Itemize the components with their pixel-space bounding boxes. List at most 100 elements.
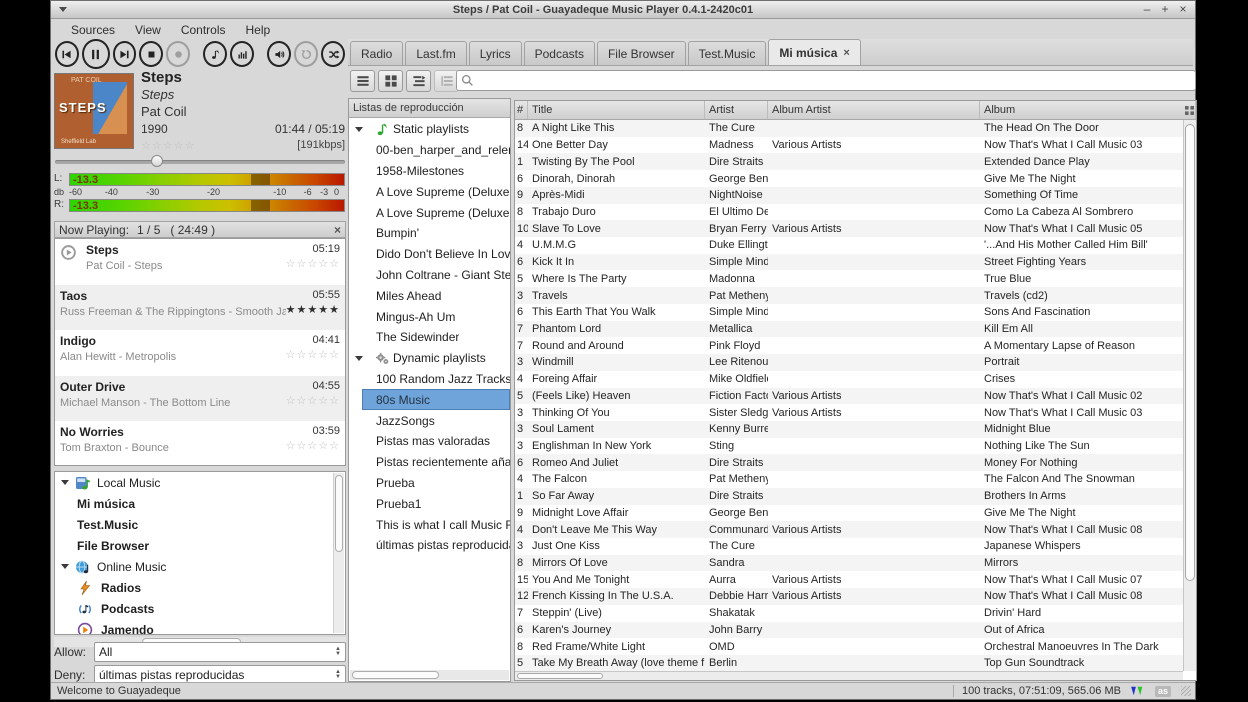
playlist-item[interactable]: Prueba <box>349 473 510 494</box>
now-playing-item[interactable]: Steps05:19Pat Coil - Steps☆☆☆☆☆ <box>55 239 345 285</box>
table-row[interactable]: 1Twisting By The PoolDire StraitsExtende… <box>515 153 1183 170</box>
playlists-hscrollbar[interactable] <box>350 670 509 680</box>
browser-view-button[interactable] <box>406 70 431 92</box>
playlist-item[interactable]: John Coltrane - Giant Steps <box>349 265 510 286</box>
seek-slider[interactable] <box>55 154 345 168</box>
table-row[interactable]: 4Foreing AffairMike OldfieldCrises <box>515 371 1183 388</box>
table-row[interactable]: 1So Far AwayDire StraitsBrothers In Arms <box>515 488 1183 505</box>
table-row[interactable]: 14One Better DayMadnessVarious ArtistsNo… <box>515 137 1183 154</box>
playlist-item[interactable]: Prueba1 <box>349 493 510 514</box>
albums-view-button[interactable] <box>378 70 403 92</box>
library-tree-vscrollbar[interactable] <box>333 473 344 633</box>
now-playing-item[interactable]: Taos05:55Russ Freeman & The Rippingtons … <box>55 285 345 331</box>
volume-level-icon[interactable] <box>1129 685 1147 697</box>
expander-icon[interactable] <box>355 127 363 132</box>
playlist-item[interactable]: Bumpin' <box>349 223 510 244</box>
table-row[interactable]: 12French Kissing In The U.S.A.Debbie Har… <box>515 588 1183 605</box>
library-item-file-browser[interactable]: File Browser <box>55 535 345 556</box>
rating-stars[interactable]: ☆☆☆☆☆ <box>286 348 340 363</box>
playlist-item[interactable]: Miles Ahead <box>349 285 510 306</box>
search-input[interactable] <box>478 72 1191 89</box>
tab-lyrics[interactable]: Lyrics <box>469 41 522 65</box>
resize-grip[interactable] <box>1181 686 1191 696</box>
record-button[interactable] <box>166 41 190 67</box>
library-item-podcasts[interactable]: Podcasts <box>55 598 345 619</box>
tab-radio[interactable]: Radio <box>350 41 403 65</box>
audioscrobbler-icon[interactable]: as <box>1155 686 1171 697</box>
tab-last-fm[interactable]: Last.fm <box>405 41 466 65</box>
table-row[interactable]: 3Just One KissThe CureJapanese Whispers <box>515 538 1183 555</box>
tab-file-browser[interactable]: File Browser <box>597 41 686 65</box>
playlist-item[interactable]: 00-ben_harper_and_relentless7 <box>349 140 510 161</box>
tab-podcasts[interactable]: Podcasts <box>524 41 595 65</box>
table-row[interactable]: 9Après-MidiNightNoiseSomething Of Time <box>515 187 1183 204</box>
expander-icon[interactable] <box>61 564 69 569</box>
playlist-item[interactable]: Dido Don't Believe In Love Lista <box>349 244 510 265</box>
library-item-radios[interactable]: Radios <box>55 577 345 598</box>
playlist-item[interactable]: 100 Random Jazz Tracks <box>349 369 510 390</box>
table-row[interactable]: 6Karen's JourneyJohn BarryOut of Africa <box>515 622 1183 639</box>
playlist-item[interactable]: A Love Supreme (Deluxe Editio <box>349 202 510 223</box>
table-row[interactable]: 15You And Me TonightAurraVarious Artists… <box>515 571 1183 588</box>
playlist-item[interactable]: JazzSongs <box>349 410 510 431</box>
table-row[interactable]: 3Thinking Of YouSister SledgeVarious Art… <box>515 404 1183 421</box>
expander-icon[interactable] <box>61 480 69 485</box>
menu-help[interactable]: Help <box>236 22 281 38</box>
table-row[interactable]: 7Phantom LordMetallicaKill Em All <box>515 321 1183 338</box>
rating-stars[interactable]: ☆☆☆☆☆ <box>286 439 340 454</box>
repeat-button[interactable] <box>294 41 318 67</box>
playlist-group-dynamic-playlists[interactable]: Dynamic playlists <box>349 348 510 369</box>
smart-play-button[interactable] <box>203 41 227 67</box>
table-row[interactable]: 3Englishman In New YorkStingNothing Like… <box>515 438 1183 455</box>
table-row[interactable]: 5Where Is The PartyMadonnaTrue Blue <box>515 270 1183 287</box>
table-row[interactable]: 8A Night Like ThisThe CureThe Head On Th… <box>515 120 1183 137</box>
tab-mi-m-sica[interactable]: Mi música× <box>768 39 860 65</box>
table-row[interactable]: 6Kick It InSimple MindsStreet Fighting Y… <box>515 254 1183 271</box>
playlist-item[interactable]: This is what I call Music Randor <box>349 514 510 535</box>
playlist-item[interactable]: Pistas recientemente añadidas <box>349 452 510 473</box>
playlist-item[interactable]: 80s Music <box>349 389 510 410</box>
now-playing-close-icon[interactable]: × <box>334 223 341 237</box>
rating-stars[interactable]: ★★★★★ <box>286 303 340 318</box>
playlist-item[interactable]: Pistas mas valoradas <box>349 431 510 452</box>
library-item-jamendo[interactable]: Jamendo <box>55 619 345 635</box>
previous-button[interactable] <box>55 41 79 67</box>
playlist-item[interactable]: Mingus-Ah Um <box>349 306 510 327</box>
shuffle-button[interactable] <box>321 41 345 67</box>
deny-spinner-icon[interactable]: ▲▼ <box>335 670 341 680</box>
playlist-item[interactable]: A Love Supreme (Deluxe Editio <box>349 181 510 202</box>
menu-controls[interactable]: Controls <box>171 22 236 38</box>
column-header-album-artist[interactable]: Album Artist <box>768 101 980 119</box>
window-menu-icon[interactable] <box>59 7 67 12</box>
equalizer-button[interactable] <box>230 41 254 67</box>
minimize-button[interactable]: – <box>1139 3 1155 17</box>
column-options-icon[interactable] <box>1184 104 1195 117</box>
stop-button[interactable] <box>139 41 163 67</box>
table-row[interactable]: 3Soul LamentKenny BurrellMidnight Blue <box>515 421 1183 438</box>
column-header--[interactable]: # <box>515 101 528 119</box>
titlebar[interactable]: Steps / Pat Coil - Guayadeque Music Play… <box>51 1 1195 19</box>
allow-filter-select[interactable]: All ▲▼ <box>94 642 346 662</box>
tab-test-music[interactable]: Test.Music <box>688 41 767 65</box>
rating-stars[interactable]: ☆☆☆☆☆ <box>286 257 340 272</box>
rating-stars[interactable]: ☆☆☆☆☆ <box>286 394 340 409</box>
table-row[interactable]: 7Steppin' (Live)ShakatakDrivin' Hard <box>515 605 1183 622</box>
table-row[interactable]: 3WindmillLee RitenourPortrait <box>515 354 1183 371</box>
playlist-item[interactable]: The Sidewinder <box>349 327 510 348</box>
table-row[interactable]: 8Mirrors Of LoveSandraMirrors <box>515 555 1183 572</box>
table-row[interactable]: 6Romeo And JulietDire StraitsMoney For N… <box>515 454 1183 471</box>
table-row[interactable]: 7Round and AroundPink FloydA Momentary L… <box>515 337 1183 354</box>
tracks-view-button[interactable] <box>350 70 375 92</box>
close-button[interactable]: × <box>1175 3 1191 17</box>
table-row[interactable]: 5Take My Breath Away (love theme frorBer… <box>515 655 1183 671</box>
column-header-artist[interactable]: Artist <box>705 101 768 119</box>
table-row[interactable]: 6Dinorah, DinorahGeorge BensoGive Me The… <box>515 170 1183 187</box>
allow-spinner-icon[interactable]: ▲▼ <box>335 647 341 657</box>
seek-track[interactable] <box>55 160 345 164</box>
table-row[interactable]: 5(Feels Like) HeavenFiction FactoryVario… <box>515 388 1183 405</box>
pause-button[interactable] <box>82 39 110 69</box>
table-row[interactable]: 4U.M.M.GDuke Ellington'...And His Mother… <box>515 237 1183 254</box>
seek-handle[interactable] <box>151 155 163 167</box>
table-row[interactable]: 4Don't Leave Me This WayCommunardsVariou… <box>515 521 1183 538</box>
table-row[interactable]: 9Midnight Love AffairGeorge BensoGive Me… <box>515 505 1183 522</box>
